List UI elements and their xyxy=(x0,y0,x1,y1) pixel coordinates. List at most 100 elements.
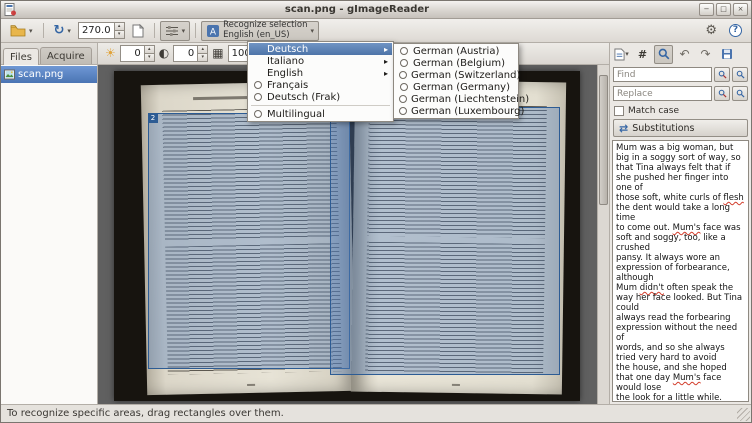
scrollbar-thumb[interactable] xyxy=(599,75,608,205)
sources-tabs: Files Acquire xyxy=(1,43,97,65)
redo-button[interactable]: ↷ xyxy=(696,45,715,64)
replace-row xyxy=(610,84,751,103)
brightness-value[interactable]: 0 xyxy=(120,45,144,62)
menu-item-italiano[interactable]: Italiano▸ xyxy=(249,55,392,67)
spin-down-button[interactable]: ▾ xyxy=(144,54,155,62)
spin-up-button[interactable]: ▴ xyxy=(197,45,208,54)
substitutions-label: Substitutions xyxy=(632,123,694,134)
open-button[interactable]: ▾ xyxy=(5,21,38,41)
menu-item-label: Multilingual xyxy=(267,109,388,120)
substitutions-button[interactable]: ⇄ Substitutions xyxy=(613,119,748,137)
tab-files[interactable]: Files xyxy=(3,48,39,65)
chevron-down-icon: ▾ xyxy=(67,27,71,35)
rotation-angle-value[interactable]: 270.0 xyxy=(78,22,114,39)
replace-input[interactable] xyxy=(613,86,712,101)
menu-item-german-luxembourg[interactable]: German (Luxembourg) xyxy=(395,105,517,117)
ocr-text-area[interactable]: Mum was a big woman, but big in a soggy … xyxy=(612,140,749,402)
spin-down-button[interactable]: ▾ xyxy=(197,54,208,62)
misspelled-word: Mum's xyxy=(673,373,701,383)
ocr-text-run: the dent would take a long time xyxy=(616,203,730,223)
ocr-text-run: pansy. It always wore an expression of f… xyxy=(616,253,730,283)
image-vertical-scrollbar[interactable] xyxy=(597,65,609,404)
chevron-down-icon: ▾ xyxy=(182,27,186,35)
substitutions-icon: ⇄ xyxy=(619,122,628,135)
output-toolbar: ▾ # ↶ ↷ xyxy=(610,43,751,65)
folder-icon xyxy=(10,24,26,37)
minimize-button[interactable]: − xyxy=(699,3,714,16)
undo-button[interactable]: ↶ xyxy=(675,45,694,64)
ocr-selection[interactable]: 2 xyxy=(148,113,350,369)
output-insert-mode-button[interactable]: ▾ xyxy=(612,45,631,64)
page-mode-button[interactable] xyxy=(127,21,149,41)
menu-item-german-liechtenstein[interactable]: German (Liechtenstein) xyxy=(395,93,517,105)
hash-icon: # xyxy=(638,48,647,61)
menu-separator xyxy=(251,105,390,106)
rotation-angle-spinbox[interactable]: 270.0 ▴ ▾ xyxy=(78,22,125,39)
match-case-checkbox[interactable] xyxy=(614,106,624,116)
menu-item-label: German (Austria) xyxy=(413,46,513,57)
tab-acquire[interactable]: Acquire xyxy=(40,47,92,64)
resize-grip[interactable] xyxy=(737,408,750,421)
window-title: scan.png - gImageReader xyxy=(17,4,697,15)
radio-icon xyxy=(400,59,408,67)
find-row xyxy=(610,65,751,84)
find-input[interactable] xyxy=(613,67,712,82)
strip-linebreaks-button[interactable]: # xyxy=(633,45,652,64)
rotate-icon: ↻ xyxy=(54,24,65,37)
search-icon xyxy=(718,70,727,79)
menu-item-deutsch-frak[interactable]: Deutsch (Frak) xyxy=(249,91,392,103)
gear-icon: ⚙ xyxy=(705,24,717,38)
toolbar-separator xyxy=(154,23,155,38)
misspelled-word: flesh xyxy=(723,193,743,203)
redo-icon: ↷ xyxy=(700,47,710,61)
menu-lead xyxy=(399,47,409,55)
radio-icon xyxy=(400,83,408,91)
recognize-icon: A xyxy=(206,24,220,38)
menu-item-german-switzerland[interactable]: German (Switzerland) xyxy=(395,69,517,81)
rotate-mode-button[interactable]: ↻ ▾ xyxy=(49,21,76,41)
replace-all-button[interactable] xyxy=(732,86,748,101)
ocr-selection[interactable]: 4 xyxy=(330,107,560,375)
submenu-arrow-icon: ▸ xyxy=(384,45,388,54)
menu-item-german-belgium[interactable]: German (Belgium) xyxy=(395,57,517,69)
maximize-button[interactable]: □ xyxy=(716,3,731,16)
file-item-label: scan.png xyxy=(18,69,63,80)
ocr-text-run: those soft, white curls of xyxy=(616,193,723,203)
settings-button[interactable]: ⚙ xyxy=(700,21,722,41)
replace-button[interactable] xyxy=(714,86,730,101)
menu-item-german-austria[interactable]: German (Austria) xyxy=(395,45,517,57)
search-icon xyxy=(736,70,745,79)
menu-item-fran-ais[interactable]: Français xyxy=(249,79,392,91)
close-button[interactable]: × xyxy=(733,3,748,16)
menu-item-english[interactable]: English▸ xyxy=(249,67,392,79)
menu-item-multilingual[interactable]: Multilingual xyxy=(249,108,392,120)
help-button[interactable]: ? xyxy=(724,21,747,41)
page-number-mark xyxy=(452,384,460,386)
menu-item-label: German (Liechtenstein) xyxy=(411,94,529,105)
spin-up-button[interactable]: ▴ xyxy=(144,45,155,54)
page-icon xyxy=(132,24,144,38)
contrast-value[interactable]: 0 xyxy=(173,45,197,62)
image-controls-button[interactable]: ▾ xyxy=(160,21,191,41)
contrast-spinbox[interactable]: 0 ▴ ▾ xyxy=(173,45,208,62)
brightness-icon: ☀ xyxy=(105,47,116,60)
ocr-text-run: to come out. xyxy=(616,223,673,233)
menu-item-deutsch[interactable]: Deutsch▸ xyxy=(249,43,392,55)
spin-down-button[interactable]: ▾ xyxy=(114,31,125,39)
menu-lead xyxy=(399,71,407,79)
sources-panel: Files Acquire scan.png xyxy=(1,43,98,404)
file-item-selected[interactable]: scan.png xyxy=(1,66,97,83)
menu-item-german-germany[interactable]: German (Germany) xyxy=(395,81,517,93)
brightness-spinbox[interactable]: 0 ▴ ▾ xyxy=(120,45,155,62)
page-number-mark xyxy=(247,384,255,386)
spin-up-button[interactable]: ▴ xyxy=(114,22,125,31)
chevron-down-icon: ▾ xyxy=(310,27,314,35)
chevron-down-icon: ▾ xyxy=(29,27,33,35)
find-replace-toggle-button[interactable] xyxy=(654,45,673,64)
find-next-button[interactable] xyxy=(732,67,748,82)
recognize-button[interactable]: A Recognize selection English (en_US) ▾ xyxy=(201,21,319,41)
save-text-button[interactable] xyxy=(717,45,736,64)
misspelled-word: Mum's xyxy=(673,223,701,233)
spin-arrows: ▴ ▾ xyxy=(144,45,155,62)
find-previous-button[interactable] xyxy=(714,67,730,82)
